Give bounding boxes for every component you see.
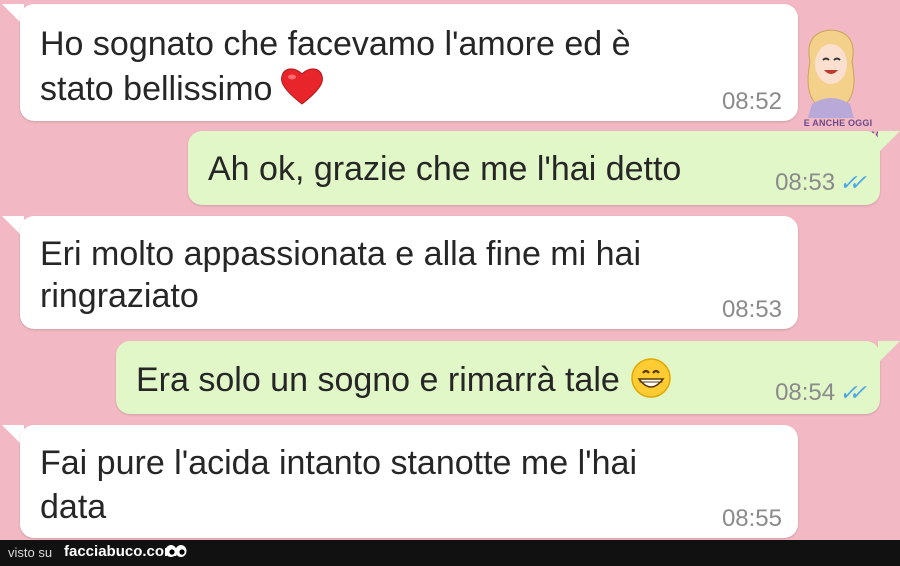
message-bubble-incoming[interactable]: Fai pure l'acida intanto stanotte me l'h… [20, 425, 798, 538]
message-bubble-outgoing[interactable]: Era solo un sogno e rimarrà tale 08:54 ✓✓ [116, 341, 880, 414]
message-text-line: Ho sognato che facevamo l'amore ed è [40, 25, 631, 63]
message-time: 08:54 [775, 379, 836, 406]
message-text-line: Ah ok, grazie che me l'hai detto [208, 150, 682, 188]
message-text-line-with-emoji: Era solo un sogno e rimarrà tale [136, 357, 672, 402]
avatar-caption-line1: E ANCHE OGGI [803, 118, 873, 128]
message-bubble-incoming[interactable]: Ho sognato che facevamo l'amore ed è sta… [20, 4, 798, 121]
bubble-tail [878, 131, 900, 153]
watermark-site[interactable]: facciabuco.com [64, 543, 177, 560]
message-bubble-outgoing[interactable]: Ah ok, grazie che me l'hai detto 08:53 ✓✓ [188, 131, 880, 205]
message-text-line: Fai pure l'acida intanto stanotte me l'h… [40, 444, 637, 482]
avatar [807, 29, 855, 118]
message-text-line-with-emoji: stato bellissimo [40, 66, 324, 111]
eyes-icon [165, 545, 187, 557]
message-meta: 08:54 ✓✓ [775, 379, 867, 407]
message-time: 08:53 [721, 296, 782, 323]
message-time: 08:52 [721, 88, 782, 115]
double-check-icon: ✓✓ [839, 380, 867, 405]
grinning-face-icon [631, 358, 671, 398]
message-time: 08:53 [775, 169, 836, 196]
message-bubble-incoming[interactable]: Eri molto appassionata e alla fine mi ha… [20, 216, 798, 329]
message-meta: 08:53 ✓✓ [775, 169, 867, 197]
message-text-line: stato bellissimo [40, 70, 273, 108]
watermark-prefix: visto su [8, 545, 53, 560]
message-text-line: data [40, 488, 107, 526]
heart-icon [281, 68, 324, 105]
message-text-line: ringraziato [40, 277, 199, 315]
bubble-tail [878, 341, 900, 363]
watermark-bar: visto su facciabuco.com [0, 540, 900, 566]
message-time: 08:55 [721, 505, 782, 532]
double-check-icon: ✓✓ [839, 170, 867, 195]
message-text-line: Eri molto appassionata e alla fine mi ha… [40, 235, 641, 273]
message-text-line: Era solo un sogno e rimarrà tale [136, 361, 620, 399]
